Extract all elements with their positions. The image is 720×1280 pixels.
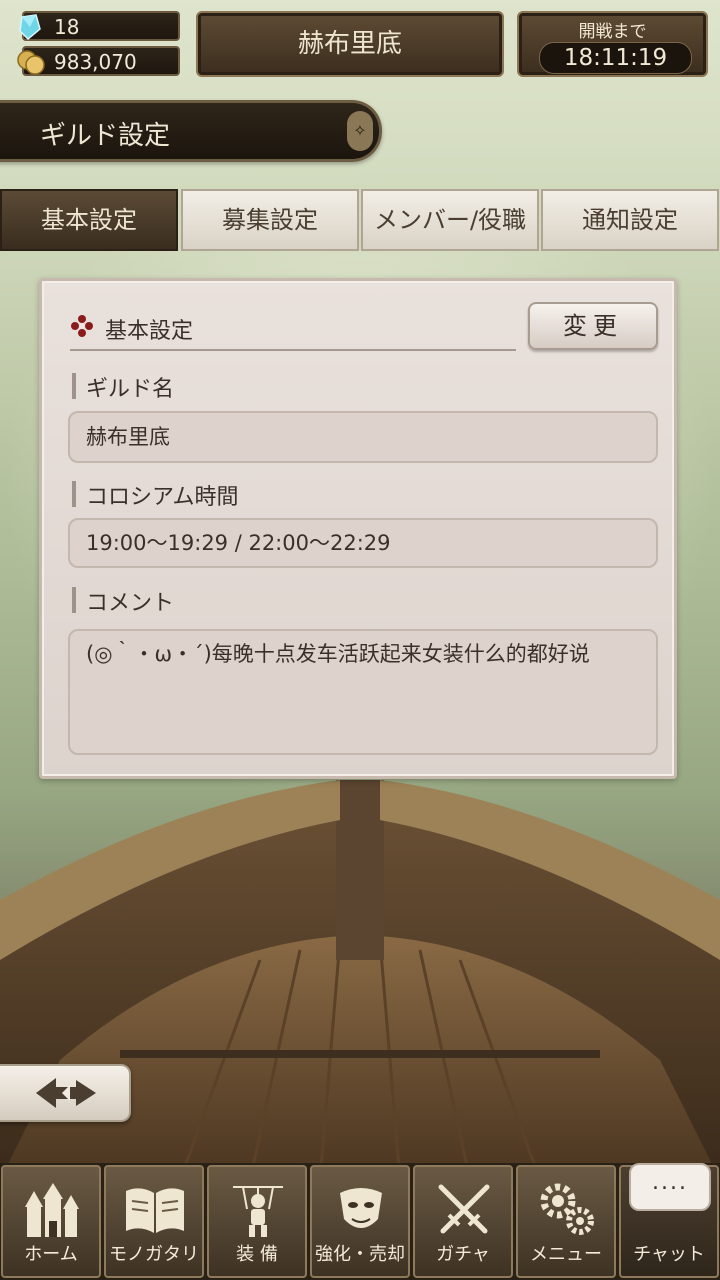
gold-count: 983,070 (54, 50, 137, 74)
nav-menu[interactable]: メニュー (516, 1165, 616, 1278)
change-button[interactable]: 変更 (528, 302, 658, 350)
chat-bubble-icon: .... (629, 1163, 711, 1211)
gem-counter: 18 (19, 11, 180, 41)
screen-title: ギルド設定 (40, 121, 171, 151)
nav-enhance-sell-label: 強化・売却 (315, 1244, 405, 1265)
screen-title-bar: ギルド設定 ✧ (0, 100, 382, 162)
nav-equipment[interactable]: 装 備 (207, 1165, 307, 1278)
tab-members-roles[interactable]: メンバー/役職 (361, 189, 539, 251)
nav-home[interactable]: ホーム (1, 1165, 101, 1278)
heading-divider (70, 349, 516, 351)
nav-story[interactable]: モノガタリ (104, 1165, 204, 1278)
tab-basic-settings[interactable]: 基本設定 (0, 189, 178, 251)
guild-name-banner: 赫布里底 (196, 11, 504, 77)
nav-chat-label: チャット (633, 1244, 705, 1265)
back-arrow-icon (36, 1078, 96, 1108)
gold-counter: 983,070 (17, 46, 180, 76)
crossed-swords-icon (438, 1184, 490, 1234)
nav-menu-label: メニュー (530, 1244, 602, 1265)
timer-value: 18:11:19 (539, 42, 692, 74)
castle-icon (25, 1183, 79, 1237)
nav-home-label: ホーム (24, 1244, 78, 1265)
clover-ornament-icon (71, 315, 93, 337)
guild-name-field: 赫布里底 (68, 411, 658, 463)
nav-story-label: モノガタリ (109, 1244, 199, 1265)
mask-hand-icon (340, 1188, 382, 1228)
colosseum-time-field: 19:00〜19:29 / 22:00〜22:29 (68, 518, 658, 568)
nav-enhance-sell[interactable]: 強化・売却 (310, 1165, 410, 1278)
nav-gacha-label: ガチャ (436, 1244, 490, 1265)
bottom-navigation: ホーム モノガタリ 装 備 強化・売却 ガチャ メニュー .... チャット (0, 1163, 720, 1280)
panel-heading: 基本設定 (105, 319, 194, 344)
battle-timer: 開戦まで 18:11:19 (517, 11, 708, 77)
tab-recruit-settings[interactable]: 募集設定 (181, 189, 359, 251)
guild-name-label: ギルド名 (72, 371, 174, 403)
basic-settings-panel: 基本設定 変更 ギルド名 赫布里底 コロシアム時間 19:00〜19:29 / … (39, 278, 677, 779)
comment-field: (◎｀・ω・´)每晚十点发车活跃起来女装什么的都好说 (68, 629, 658, 755)
comment-label: コメント (72, 585, 174, 617)
puppet-icon (233, 1186, 283, 1237)
gears-icon (540, 1183, 594, 1235)
gem-count: 18 (54, 15, 80, 39)
settings-tabs: 基本設定 募集設定 メンバー/役職 通知設定 (0, 189, 720, 251)
book-icon (126, 1188, 184, 1233)
colosseum-time-label: コロシアム時間 (72, 479, 238, 511)
back-button[interactable] (0, 1064, 131, 1122)
timer-label: 開戦まで (578, 22, 647, 42)
gold-coins-icon (17, 50, 45, 75)
nav-gacha[interactable]: ガチャ (413, 1165, 513, 1278)
ornament-icon: ✧ (347, 111, 373, 151)
tab-notification-settings[interactable]: 通知設定 (541, 189, 719, 251)
nav-chat[interactable]: .... チャット (619, 1163, 719, 1278)
nav-equipment-label: 装 備 (236, 1244, 278, 1265)
gem-icon (19, 14, 41, 41)
